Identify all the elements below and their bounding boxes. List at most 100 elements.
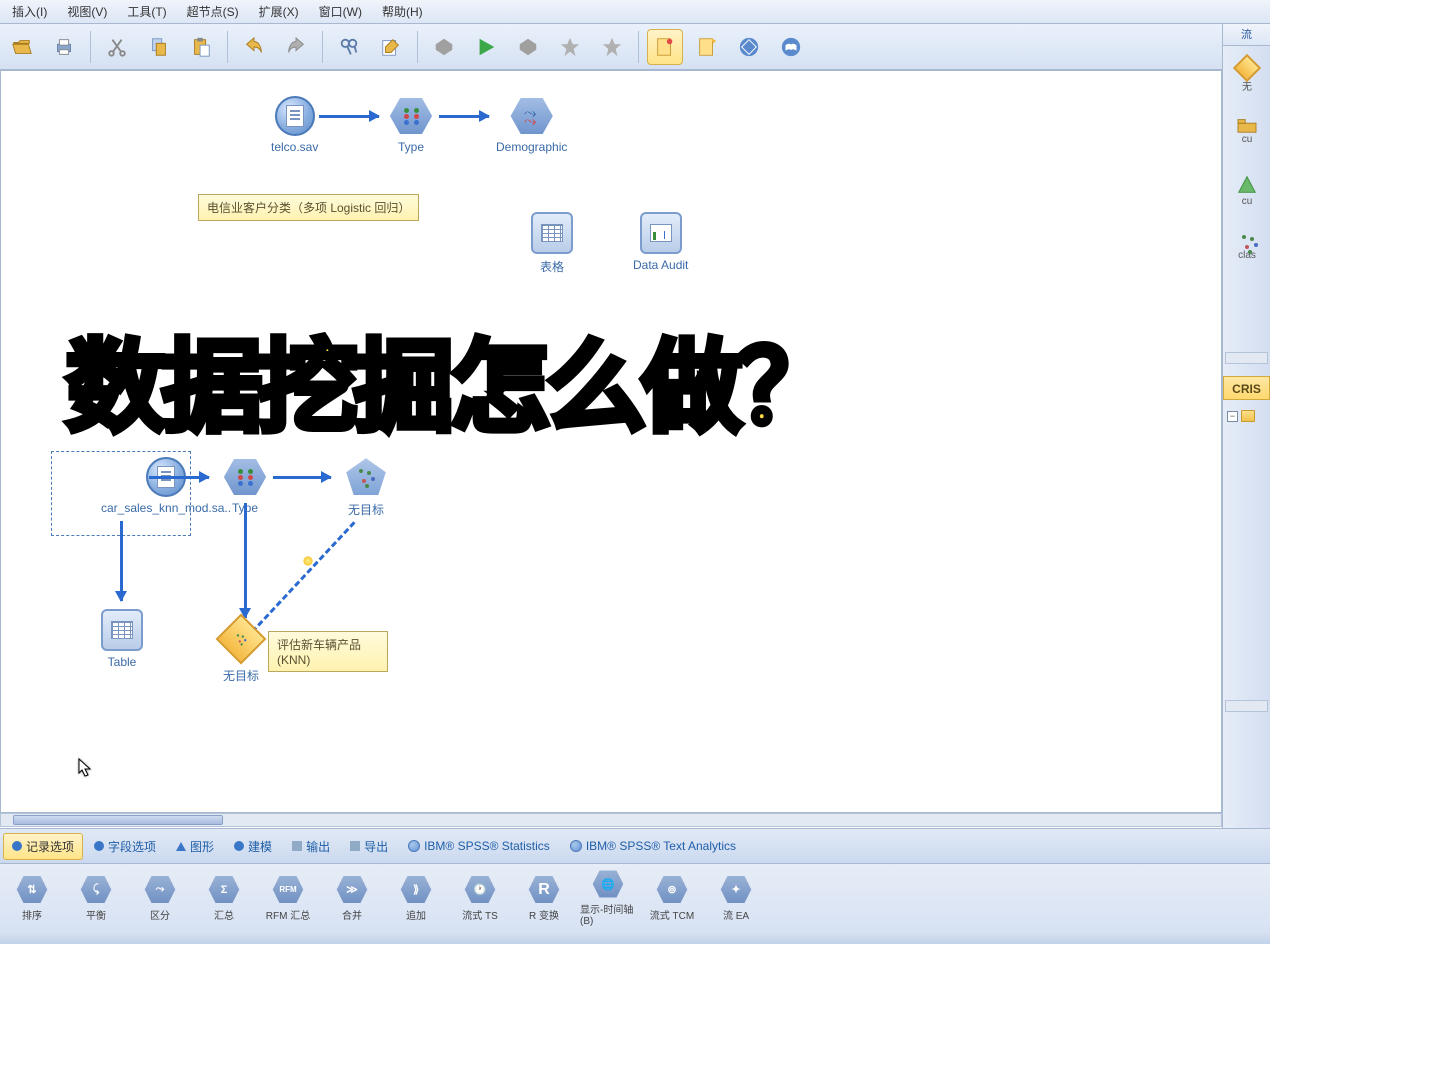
hex-icon: 🌐	[591, 869, 625, 899]
tab-field[interactable]: 字段选项	[85, 833, 165, 860]
right-item-4[interactable]: clas	[1231, 232, 1263, 274]
tab-spss-text[interactable]: IBM® SPSS® Text Analytics	[561, 834, 745, 858]
paste-button[interactable]	[183, 29, 219, 65]
palette-timeline[interactable]: 🌐显示-时间轴(B)	[580, 869, 636, 927]
node-data-audit[interactable]: Data Audit	[633, 212, 688, 272]
menu-window[interactable]: 窗口(W)	[309, 1, 372, 22]
tab-output[interactable]: 输出	[283, 833, 339, 860]
node-label: 表格	[540, 258, 564, 275]
note-button[interactable]	[647, 29, 683, 65]
palette-r-transform[interactable]: RR 变换	[516, 875, 572, 922]
status-bar	[0, 932, 1270, 944]
hex-icon: RFM	[271, 875, 305, 905]
hex-icon: 🕐	[463, 875, 497, 905]
hex-icon: ⊚	[655, 875, 689, 905]
tab-record[interactable]: 记录选项	[3, 833, 83, 860]
cut-button[interactable]	[99, 29, 135, 65]
node-table-en[interactable]: Table	[101, 609, 143, 669]
tab-spss-stats[interactable]: IBM® SPSS® Statistics	[399, 834, 559, 858]
find-button[interactable]	[331, 29, 367, 65]
square-icon	[350, 841, 360, 851]
annotation-knn[interactable]: 评估新车辆产品 (KNN)	[268, 631, 388, 672]
palette-rfm[interactable]: RFMRFM 汇总	[260, 875, 316, 922]
hex-icon: ≫	[335, 875, 369, 905]
collapse-icon[interactable]: −	[1227, 411, 1238, 422]
canvas-area[interactable]: telco.sav Type Demographic 电信业客户分类（多项 Lo…	[0, 70, 1222, 813]
menu-insert[interactable]: 插入(I)	[2, 1, 57, 22]
node-notarget-1[interactable]: 无目标	[344, 457, 388, 518]
book-button[interactable]	[773, 29, 809, 65]
node-car-sales[interactable]: car_sales_knn_mod.sa..	[101, 457, 231, 515]
connector	[273, 476, 331, 479]
open-button[interactable]	[4, 29, 40, 65]
menu-extend[interactable]: 扩展(X)	[249, 1, 309, 22]
annotation-line1: 评估新车辆产品	[277, 636, 379, 653]
tree-root[interactable]: −	[1227, 406, 1268, 426]
palette-stream-ts[interactable]: 🕐流式 TS	[452, 875, 508, 922]
palette-stream-ea[interactable]: ✦流 EA	[708, 875, 764, 922]
palette-aggregate[interactable]: Σ汇总	[196, 875, 252, 922]
gem-button[interactable]	[731, 29, 767, 65]
folder-icon	[1241, 410, 1255, 422]
run-selection-button[interactable]	[426, 29, 462, 65]
connector-dashed	[251, 521, 355, 633]
palette-distinct[interactable]: ⤳区分	[132, 875, 188, 922]
node-telco-source[interactable]: telco.sav	[271, 96, 318, 154]
node-label: Demographic	[496, 140, 567, 154]
right-scrollbar-1[interactable]	[1225, 352, 1268, 364]
print-button[interactable]	[46, 29, 82, 65]
annotation-line2: (KNN)	[277, 653, 379, 667]
horizontal-scrollbar[interactable]	[0, 813, 1222, 827]
menu-view[interactable]: 视图(V)	[57, 1, 117, 22]
run-button[interactable]	[468, 29, 504, 65]
favorite2-button[interactable]	[594, 29, 630, 65]
sparkle-icon	[303, 556, 313, 566]
redo-button[interactable]	[278, 29, 314, 65]
node-palette: ⇅排序 ⤹平衡 ⤳区分 Σ汇总 RFMRFM 汇总 ≫合并 ⟫追加 🕐流式 TS…	[0, 864, 1270, 932]
table-icon	[531, 212, 573, 254]
palette-merge[interactable]: ≫合并	[324, 875, 380, 922]
node-label: 无目标	[223, 667, 259, 684]
overlay-title: 数据挖掘怎么做？	[66, 306, 834, 451]
source-icon	[275, 96, 315, 136]
right-item-3[interactable]: cu	[1231, 174, 1263, 216]
menu-tools[interactable]: 工具(T)	[117, 1, 176, 22]
undo-button[interactable]	[236, 29, 272, 65]
table-icon	[101, 609, 143, 651]
node-label: Data Audit	[633, 258, 688, 272]
right-tab-streams[interactable]: 流	[1223, 24, 1270, 46]
palette-sort[interactable]: ⇅排序	[4, 875, 60, 922]
circle-icon	[12, 841, 22, 851]
palette-tabs: 记录选项 字段选项 图形 建模 输出 导出 IBM® SPSS® Statist…	[0, 828, 1270, 864]
edit-button[interactable]	[373, 29, 409, 65]
model-nugget-icon	[216, 614, 267, 665]
hex-icon: Σ	[207, 875, 241, 905]
tab-model[interactable]: 建模	[225, 833, 281, 860]
scrollbar-thumb[interactable]	[13, 815, 223, 825]
node-type-1[interactable]: Type	[389, 96, 433, 154]
copy-button[interactable]	[141, 29, 177, 65]
circle-icon	[234, 841, 244, 851]
stop-button[interactable]	[510, 29, 546, 65]
crisp-tab[interactable]: CRIS	[1223, 376, 1270, 400]
menu-supernode[interactable]: 超节点(S)	[177, 1, 249, 22]
connector	[319, 115, 379, 118]
connector	[149, 476, 209, 479]
right-item-2[interactable]: cu	[1231, 116, 1263, 158]
new-note-button[interactable]	[689, 29, 725, 65]
palette-append[interactable]: ⟫追加	[388, 875, 444, 922]
annotation-telco[interactable]: 电信业客户分类（多项 Logistic 回归）	[198, 194, 419, 221]
tab-export[interactable]: 导出	[341, 833, 397, 860]
globe-icon	[570, 840, 582, 852]
node-table-cn[interactable]: 表格	[531, 212, 573, 275]
right-scrollbar-2[interactable]	[1225, 700, 1268, 712]
favorite-button[interactable]	[552, 29, 588, 65]
palette-stream-tcm[interactable]: ⊚流式 TCM	[644, 875, 700, 922]
right-item-1[interactable]: 无	[1231, 58, 1263, 100]
menu-bar: 插入(I) 视图(V) 工具(T) 超节点(S) 扩展(X) 窗口(W) 帮助(…	[0, 0, 1270, 24]
menu-help[interactable]: 帮助(H)	[372, 1, 433, 22]
palette-balance[interactable]: ⤹平衡	[68, 875, 124, 922]
tab-graph[interactable]: 图形	[167, 833, 223, 860]
node-demographic[interactable]: Demographic	[496, 96, 567, 154]
node-notarget-2[interactable]: 无目标	[223, 621, 259, 684]
